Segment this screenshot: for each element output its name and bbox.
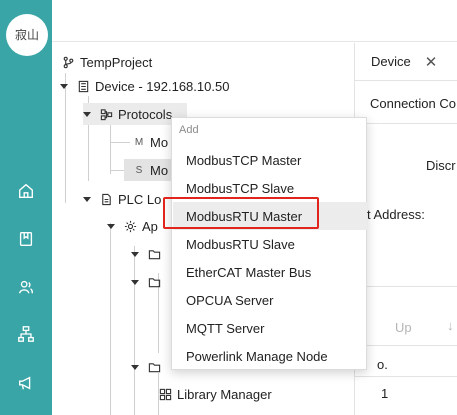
library-manager-label: Library Manager [177, 386, 272, 402]
project-label: TempProject [80, 54, 153, 70]
collapse-caret-icon[interactable] [131, 279, 139, 285]
address-label: t Address: [367, 207, 425, 222]
collapse-caret-icon[interactable] [60, 83, 68, 89]
connection-label: Connection Co [370, 96, 456, 111]
menu-item-ethercat-master-bus[interactable]: EtherCAT Master Bus [173, 258, 367, 286]
menu-header: Add [179, 124, 199, 136]
tree-guide [110, 142, 130, 143]
divider [355, 123, 457, 124]
tab-device[interactable]: Device ✕ [355, 43, 457, 81]
library-icon [158, 387, 172, 401]
home-icon[interactable] [15, 180, 37, 202]
tree-item-plc-logic[interactable]: PLC Lo [83, 188, 161, 210]
collapse-caret-icon[interactable] [83, 196, 91, 202]
branch-icon [61, 55, 75, 69]
app-logo[interactable]: 寂山 [6, 14, 48, 56]
application-label: Ap [142, 218, 158, 234]
menu-item-modbustcp-master[interactable]: ModbusTCP Master [173, 146, 367, 174]
discr-label: Discr [426, 158, 456, 173]
collapse-caret-icon[interactable] [107, 223, 115, 229]
menu-item-opcua-server[interactable]: OPCUA Server [173, 286, 367, 314]
logo-text: 寂山 [14, 28, 39, 42]
menu-item-modbusrtu-slave[interactable]: ModbusRTU Slave [173, 230, 367, 258]
master-badge: M [134, 136, 144, 148]
slave-badge: S [135, 164, 143, 176]
table-cell-no: 1 [381, 386, 389, 401]
file-icon [99, 192, 113, 206]
menu-item-modbustcp-slave[interactable]: ModbusTCP Slave [173, 174, 367, 202]
divider [355, 286, 457, 287]
sidebar: 寂山 [0, 0, 52, 415]
tree-item-application[interactable]: Ap [107, 215, 158, 237]
users-icon[interactable] [15, 276, 37, 298]
device-icon [76, 79, 90, 93]
device-panel: Device ✕ Connection Co Discr t Address: … [355, 43, 457, 415]
tree-item-device[interactable]: Device - 192.168.10.50 [60, 75, 229, 97]
menu-item-modbusrtu-master[interactable]: ModbusRTU Master [173, 202, 367, 230]
protocols-icon [99, 107, 113, 121]
tree-guide [110, 223, 111, 415]
folder-icon [147, 360, 161, 374]
divider [355, 376, 457, 377]
close-icon[interactable]: ✕ [425, 53, 438, 71]
tree-item-project[interactable]: TempProject [61, 51, 152, 73]
up-button[interactable]: Up [395, 320, 412, 335]
folder-icon [147, 275, 161, 289]
menu-item-powerlink-manage-node[interactable]: Powerlink Manage Node [173, 342, 367, 370]
tree-item-folder-2[interactable] [131, 271, 166, 293]
divider [355, 345, 457, 346]
collapse-caret-icon[interactable] [131, 251, 139, 257]
arrow-down-icon[interactable]: ↓ [447, 318, 454, 333]
protocol-1-label: Mo [150, 134, 169, 150]
tree-item-folder-1[interactable] [131, 243, 166, 265]
gear-icon [123, 219, 137, 233]
tree-item-library-manager[interactable]: Library Manager [158, 383, 272, 405]
hierarchy-icon[interactable] [15, 323, 37, 345]
device-label: Device - 192.168.10.50 [95, 78, 230, 94]
menu-item-mqtt-server[interactable]: MQTT Server [173, 314, 367, 342]
collapse-caret-icon[interactable] [131, 364, 139, 370]
top-bar [52, 0, 457, 42]
tree-item-protocol-1[interactable]: M Mo [132, 131, 168, 153]
add-protocol-menu: Add ModbusTCP Master ModbusTCP Slave Mod… [171, 117, 367, 370]
megaphone-icon[interactable] [15, 372, 37, 394]
protocols-label: Protocols [118, 106, 173, 122]
tree-item-folder-3[interactable] [131, 356, 166, 378]
book-icon[interactable] [15, 228, 37, 250]
column-header-no: o. [377, 357, 388, 372]
folder-icon [147, 247, 161, 261]
collapse-caret-icon[interactable] [83, 111, 91, 117]
protocol-2-label: Mo [150, 162, 169, 178]
tab-device-label: Device [371, 54, 411, 69]
plc-logic-label: PLC Lo [118, 191, 162, 207]
